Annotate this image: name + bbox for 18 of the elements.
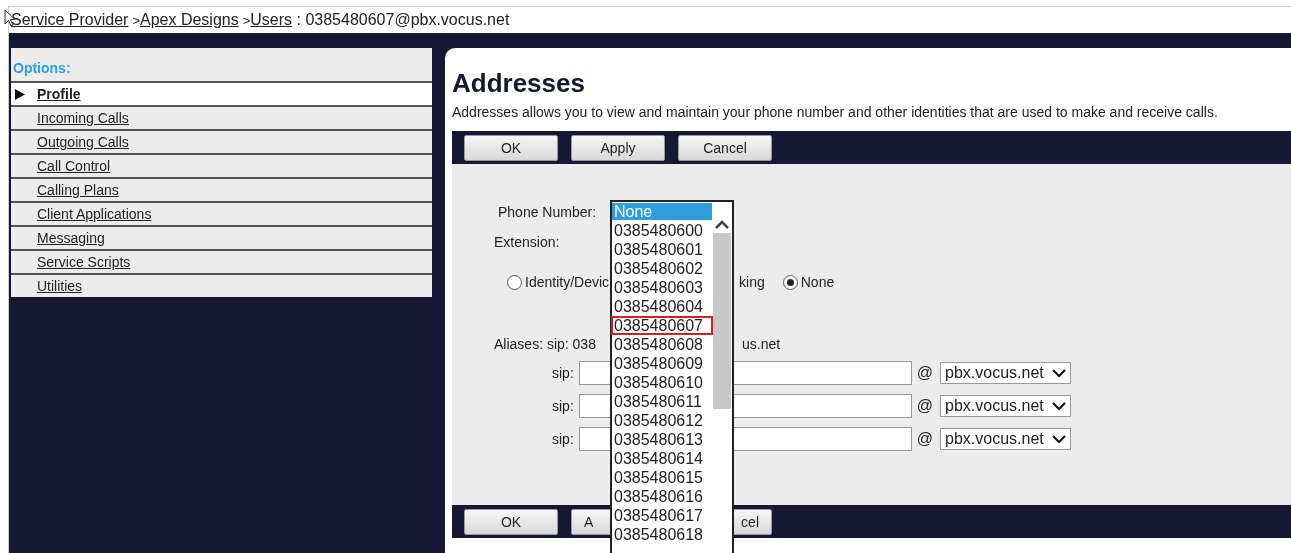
- extension-label: Extension:: [494, 234, 560, 250]
- aliases-text: us.net: [741, 336, 781, 352]
- radio-label: None: [800, 274, 835, 290]
- sip-label: sip:: [552, 365, 574, 381]
- radio-label: king: [739, 274, 765, 290]
- at-sign: @: [916, 397, 934, 415]
- at-sign: @: [916, 430, 934, 448]
- sip-label: sip:: [552, 398, 574, 414]
- sip-label: sip:: [552, 431, 574, 447]
- page-title: Addresses: [452, 68, 586, 99]
- breadcrumb-separator: >: [242, 12, 251, 28]
- radio-label: Identity/Devic: [525, 274, 610, 290]
- aliases-label: Aliases: sip: 038: [494, 336, 596, 352]
- page-description: Addresses allows you to view and maintain your phone number and other identities that are used to make and receive calls.: [452, 104, 1219, 120]
- at-sign: @: [916, 364, 934, 382]
- breadcrumb-current: : 0385480607@pbx.vocus.net: [295, 11, 510, 29]
- phone-number-label: Phone Number:: [498, 204, 597, 220]
- breadcrumb-separator: >: [132, 12, 140, 28]
